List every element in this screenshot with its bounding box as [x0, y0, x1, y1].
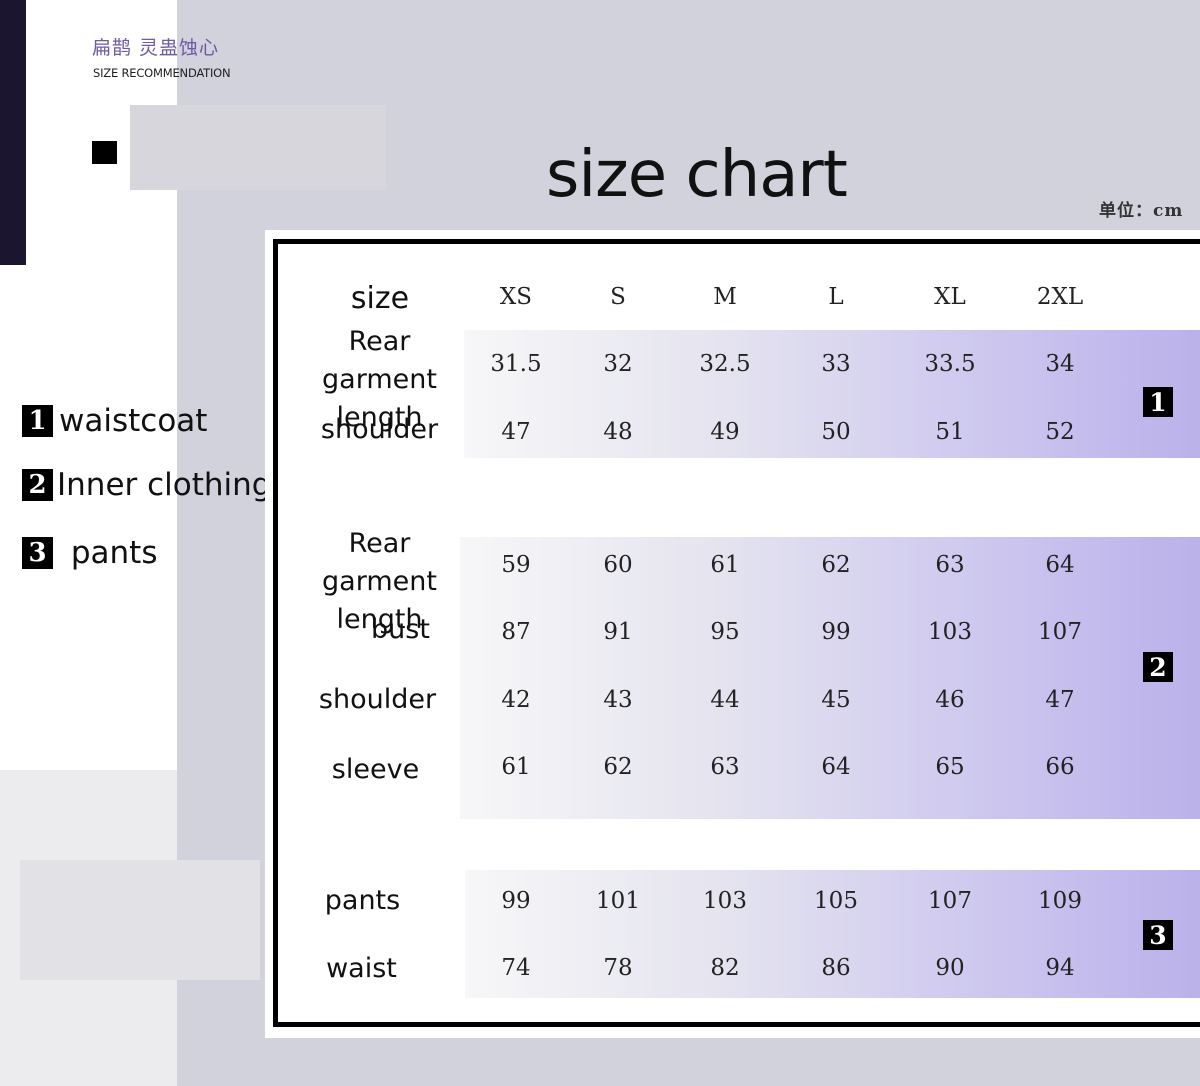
- size-header-m: M: [713, 284, 737, 310]
- table-cell: 51: [935, 419, 965, 445]
- unit-label: 单位：cm: [1099, 201, 1184, 221]
- table-cell: 49: [710, 419, 740, 445]
- table-cell: 59: [501, 552, 531, 578]
- table-cell: 60: [603, 552, 633, 578]
- table-cell: 48: [603, 419, 633, 445]
- row-label-line: shoulder: [320, 414, 439, 445]
- table-cell: 63: [935, 552, 965, 578]
- table-cell: 42: [501, 687, 531, 713]
- size-header-label: size: [350, 281, 410, 316]
- table-cell: 65: [935, 754, 965, 780]
- page-title: size chart: [546, 138, 848, 212]
- size-header-2xl: 2XL: [1036, 284, 1084, 310]
- table-cell: 99: [501, 888, 531, 914]
- table-cell: 62: [603, 754, 633, 780]
- table-cell: 103: [703, 888, 747, 914]
- legend-label: Inner clothing: [57, 467, 272, 503]
- table-cell: 105: [814, 888, 858, 914]
- table-cell: 50: [821, 419, 851, 445]
- size-header-l: L: [828, 284, 844, 310]
- table-cell: 32.5: [699, 351, 751, 377]
- table-cell: 61: [501, 754, 531, 780]
- row-label-shoulder: shoulder: [292, 411, 467, 449]
- table-cell: 101: [596, 888, 640, 914]
- row-label-line: waist: [326, 953, 397, 984]
- table-cell: 103: [928, 619, 972, 645]
- legend-number-badge: 1: [22, 405, 53, 437]
- table-cell: 33.5: [924, 351, 976, 377]
- table-cell: 107: [928, 888, 972, 914]
- table-cell: 87: [501, 619, 531, 645]
- table-cell: 45: [821, 687, 851, 713]
- table-cell: 34: [1045, 351, 1075, 377]
- legend-item-pants: 3 pants: [22, 535, 157, 571]
- table-cell: 63: [710, 754, 740, 780]
- group-badge-1: 1: [1143, 387, 1173, 417]
- table-cell: 52: [1045, 419, 1075, 445]
- table-cell: 47: [501, 419, 531, 445]
- table-cell: 78: [603, 955, 633, 981]
- table-cell: 62: [821, 552, 851, 578]
- table-cell: 74: [501, 955, 531, 981]
- group-badge-2: 2: [1143, 652, 1173, 682]
- brand-subtitle: SIZE RECOMMENDATION: [93, 66, 231, 80]
- row-label-line: Rear garment: [322, 528, 437, 597]
- row-label-line: Rear garment: [322, 326, 437, 395]
- decorative-patch-lower: [20, 860, 260, 980]
- table-cell: 33: [821, 351, 851, 377]
- row-label-waist: waist: [274, 950, 449, 988]
- decorative-strip: [0, 0, 26, 265]
- row-label-shoulder: shoulder: [290, 681, 465, 719]
- size-header-xl: XL: [934, 284, 966, 310]
- table-cell: 44: [710, 687, 740, 713]
- table-cell: 107: [1038, 619, 1082, 645]
- row-label-line: pants: [324, 885, 401, 916]
- table-cell: 86: [821, 955, 851, 981]
- table-cell: 64: [821, 754, 851, 780]
- table-cell: 109: [1038, 888, 1082, 914]
- row-label-bust: bust: [313, 611, 488, 649]
- table-cell: 82: [710, 955, 740, 981]
- table-cell: 90: [935, 955, 965, 981]
- square-bullet-icon: [92, 141, 117, 164]
- decorative-patch: [130, 105, 386, 190]
- table-cell: 66: [1045, 754, 1075, 780]
- legend-label: waistcoat: [59, 403, 208, 439]
- table-cell: 94: [1045, 955, 1075, 981]
- table-cell: 46: [935, 687, 965, 713]
- row-label-line: sleeve: [331, 754, 420, 785]
- size-header-xs: XS: [499, 284, 533, 310]
- table-cell: 95: [710, 619, 740, 645]
- legend-number-badge: 3: [22, 537, 53, 569]
- row-label-line: shoulder: [318, 684, 437, 715]
- table-cell: 64: [1045, 552, 1075, 578]
- size-header-s: S: [610, 284, 626, 310]
- legend-item-waistcoat: 1 waistcoat: [22, 403, 207, 439]
- table-cell: 99: [821, 619, 851, 645]
- table-cell: 47: [1045, 687, 1075, 713]
- legend-number-badge: 2: [22, 469, 53, 501]
- table-cell: 91: [603, 619, 633, 645]
- legend-label: pants: [61, 535, 158, 571]
- size-table: size XS S M L XL 2XL Rear garment length…: [273, 239, 1200, 1027]
- row-label-pants: pants: [275, 882, 450, 920]
- table-cell: 32: [603, 351, 633, 377]
- legend-item-inner-clothing: 2 Inner clothing: [22, 467, 271, 503]
- row-label-sleeve: sleeve: [288, 751, 463, 789]
- table-cell: 31.5: [490, 351, 542, 377]
- table-cell: 43: [603, 687, 633, 713]
- group-badge-3: 3: [1143, 920, 1173, 950]
- row-label-line: bust: [371, 614, 430, 645]
- brand-name: 扁鹊 灵蛊蚀心: [92, 37, 220, 59]
- table-cell: 61: [710, 552, 740, 578]
